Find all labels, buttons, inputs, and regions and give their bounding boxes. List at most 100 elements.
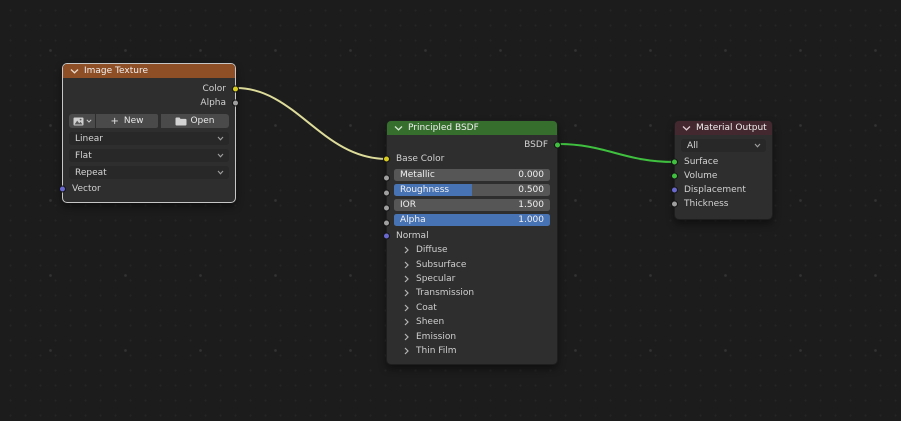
panel-diffuse[interactable]: Diffuse <box>387 243 557 257</box>
socket-alpha-output[interactable] <box>232 99 239 107</box>
node-editor-canvas[interactable]: Image Texture Color Alpha + New Open Lin… <box>0 0 901 421</box>
socket-roughness-input[interactable] <box>383 189 390 197</box>
open-image-button[interactable]: Open <box>161 114 229 128</box>
slider-label: Alpha <box>400 215 426 225</box>
output-row-alpha: Alpha <box>63 96 239 110</box>
node-principled-bsdf[interactable]: Principled BSDF BSDF Base Color Metallic… <box>383 120 561 365</box>
input-label: Base Color <box>396 154 445 164</box>
input-row-normal: Normal <box>383 229 557 243</box>
browse-image-button[interactable] <box>69 114 95 128</box>
panel-label: Subsurface <box>416 259 467 270</box>
panel-emission[interactable]: Emission <box>387 329 557 343</box>
slider-value: 0.500 <box>518 185 544 195</box>
chevron-down-icon[interactable] <box>394 125 403 131</box>
panel-label: Transmission <box>416 288 475 299</box>
input-row-surface: Surface <box>671 155 772 169</box>
input-label: Vector <box>72 184 101 194</box>
new-image-button[interactable]: + New <box>96 114 158 128</box>
output-row-color: Color <box>63 82 239 96</box>
chevron-down-icon <box>85 119 92 123</box>
socket-base-color-input[interactable] <box>383 155 390 163</box>
input-label: Displacement <box>684 185 746 195</box>
node-title: Principled BSDF <box>408 123 479 133</box>
socket-bsdf-output[interactable] <box>554 141 561 149</box>
panel-coat[interactable]: Coat <box>387 301 557 315</box>
projection-dropdown[interactable]: Flat <box>69 149 229 162</box>
link-color-to-basecolor[interactable] <box>235 87 388 160</box>
target-dropdown[interactable]: All <box>681 139 766 152</box>
slider-group: IOR 1.500 <box>383 199 550 212</box>
input-label: Thickness <box>684 199 729 209</box>
socket-volume-input[interactable] <box>671 172 678 180</box>
input-row-base-color: Base Color <box>383 152 557 166</box>
panel-specular[interactable]: Specular <box>387 272 557 286</box>
panel-label: Coat <box>416 302 437 313</box>
output-row-bsdf: BSDF <box>387 138 561 152</box>
slider-group: Metallic 0.000 <box>383 169 550 182</box>
ior-slider[interactable]: IOR 1.500 <box>394 199 550 211</box>
chevron-right-icon <box>404 261 409 269</box>
input-label: Volume <box>684 171 718 181</box>
input-row-displacement: Displacement <box>671 183 772 197</box>
panel-label: Specular <box>416 273 456 284</box>
chevron-down-icon[interactable] <box>70 68 79 74</box>
slider-value: 1.500 <box>518 200 544 210</box>
node-image-texture[interactable]: Image Texture Color Alpha + New Open Lin… <box>59 63 239 203</box>
projection-value: Flat <box>75 150 92 161</box>
node-title: Material Output <box>696 123 767 133</box>
roughness-slider[interactable]: Roughness 0.500 <box>394 184 550 196</box>
input-row-thickness: Thickness <box>671 197 772 211</box>
chevron-right-icon <box>404 275 409 283</box>
socket-metallic-input[interactable] <box>383 174 390 182</box>
image-texture-header[interactable]: Image Texture <box>63 64 235 78</box>
panel-transmission[interactable]: Transmission <box>387 286 557 300</box>
chevron-down-icon[interactable] <box>682 125 691 131</box>
input-label: Normal <box>396 231 429 241</box>
chevron-down-icon <box>217 136 224 141</box>
material-output-header[interactable]: Material Output <box>675 121 772 135</box>
panel-label: Diffuse <box>416 245 448 256</box>
socket-thickness-input[interactable] <box>671 200 678 208</box>
input-label: Surface <box>684 157 719 167</box>
interpolation-dropdown[interactable]: Linear <box>69 132 229 145</box>
socket-displacement-input[interactable] <box>671 186 678 194</box>
folder-icon <box>175 117 187 125</box>
output-label: BSDF <box>524 140 548 150</box>
target-value: All <box>687 140 699 151</box>
node-material-output[interactable]: Material Output All Surface Volume Displ… <box>671 120 773 220</box>
panel-subsurface[interactable]: Subsurface <box>387 257 557 271</box>
interpolation-value: Linear <box>75 133 103 144</box>
image-datablock-row: + New Open <box>69 114 229 128</box>
panel-thin-film[interactable]: Thin Film <box>387 344 557 358</box>
panel-label: Sheen <box>416 317 445 328</box>
link-bsdf-to-surface[interactable] <box>557 143 675 163</box>
panel-label: Thin Film <box>416 345 457 356</box>
slider-group: Alpha 1.000 <box>383 214 550 227</box>
principled-bsdf-header[interactable]: Principled BSDF <box>387 121 557 135</box>
socket-ior-input[interactable] <box>383 204 390 212</box>
slider-label: IOR <box>400 200 416 210</box>
slider-value: 0.000 <box>518 170 544 180</box>
image-icon <box>73 117 83 125</box>
chevron-down-icon <box>217 153 224 158</box>
chevron-down-icon <box>754 143 761 148</box>
chevron-right-icon <box>404 246 409 254</box>
input-row-vector: Vector <box>59 182 235 196</box>
extension-dropdown[interactable]: Repeat <box>69 166 229 179</box>
output-label: Color <box>202 84 227 94</box>
metallic-slider[interactable]: Metallic 0.000 <box>394 169 550 181</box>
chevron-right-icon <box>404 304 409 312</box>
socket-alpha-input[interactable] <box>383 219 390 227</box>
socket-color-output[interactable] <box>232 85 239 93</box>
slider-value: 1.000 <box>518 215 544 225</box>
socket-normal-input[interactable] <box>383 232 390 240</box>
panel-sheen[interactable]: Sheen <box>387 315 557 329</box>
alpha-slider[interactable]: Alpha 1.000 <box>394 214 550 226</box>
socket-surface-input[interactable] <box>671 158 678 166</box>
input-row-volume: Volume <box>671 169 772 183</box>
socket-vector-input[interactable] <box>59 185 66 193</box>
chevron-right-icon <box>404 347 409 355</box>
chevron-down-icon <box>217 170 224 175</box>
open-image-label: Open <box>190 116 215 126</box>
panel-label: Emission <box>416 331 457 342</box>
